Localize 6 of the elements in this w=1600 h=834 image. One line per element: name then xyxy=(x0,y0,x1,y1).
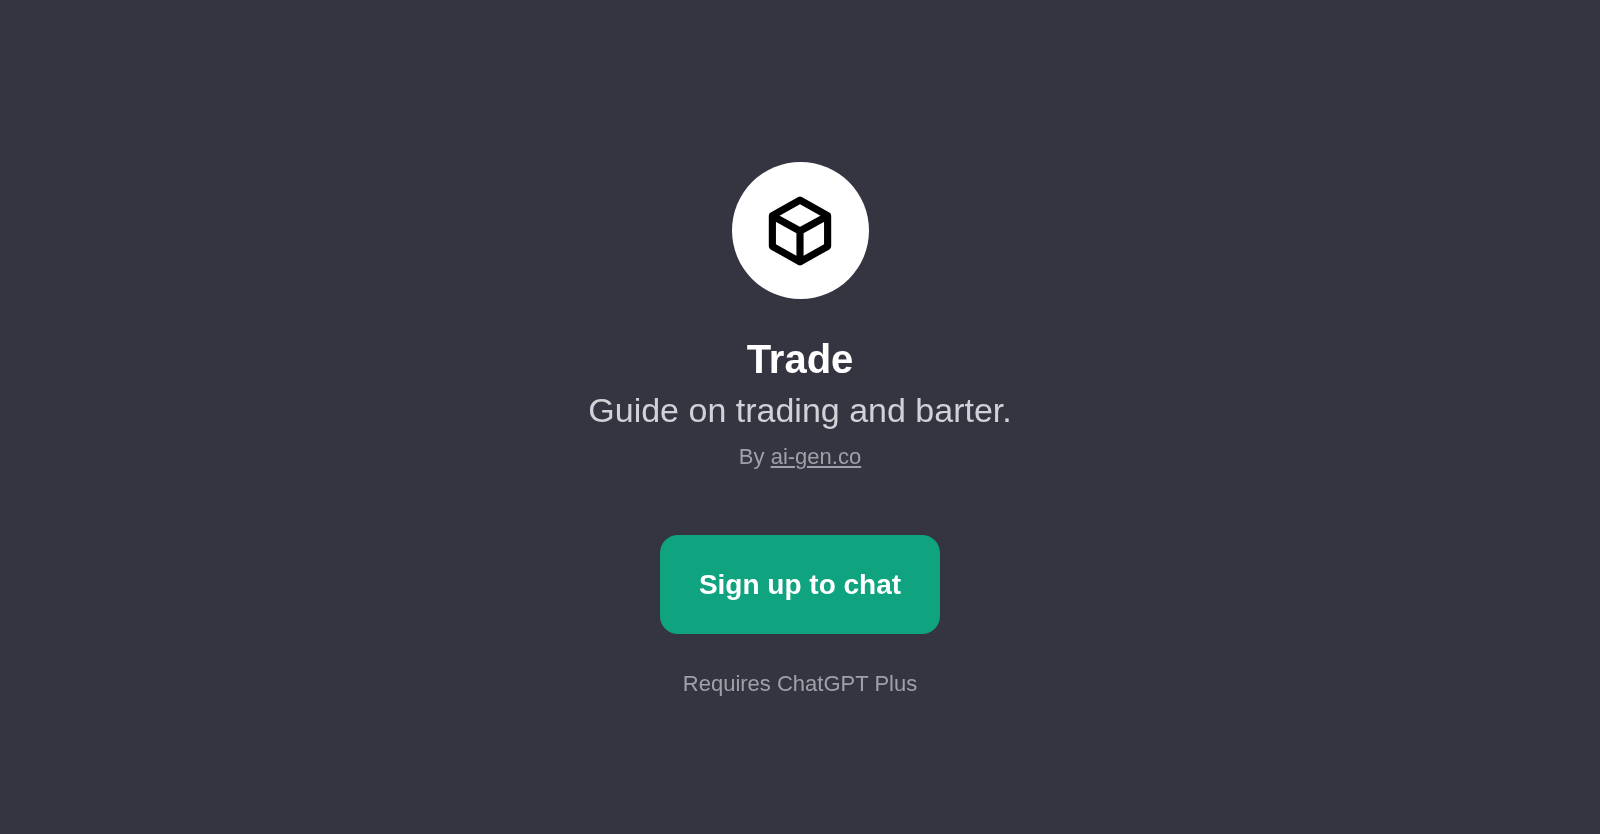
sign-up-button[interactable]: Sign up to chat xyxy=(660,535,940,634)
author-link[interactable]: ai-gen.co xyxy=(770,444,862,469)
gpt-title: Trade xyxy=(746,336,854,383)
requirement-note: Requires ChatGPT Plus xyxy=(682,670,918,698)
author-prefix: By xyxy=(738,444,765,469)
gpt-description: Guide on trading and barter. xyxy=(588,390,1012,431)
